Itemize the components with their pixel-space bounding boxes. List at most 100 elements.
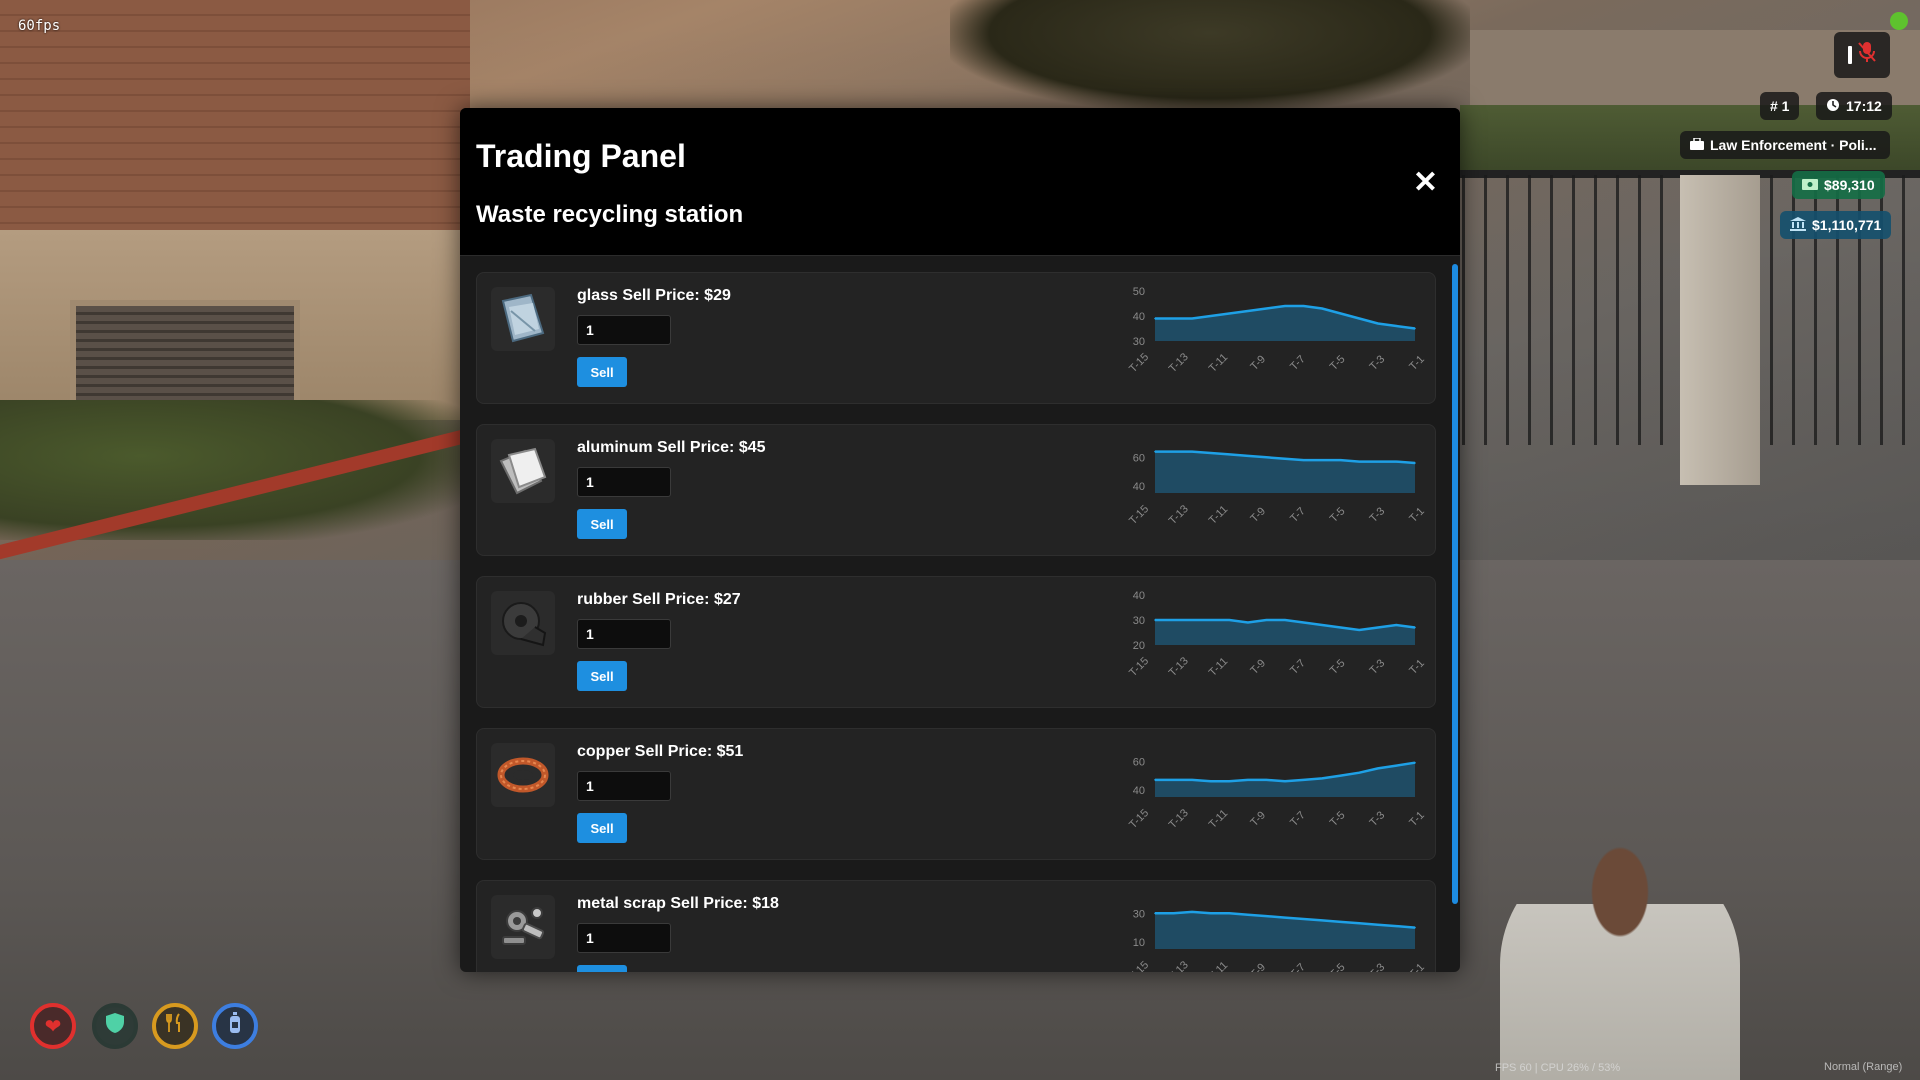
x-tick-label: T-3	[1368, 657, 1388, 677]
price-point	[1414, 926, 1416, 929]
panel-subtitle: Waste recycling station	[476, 201, 744, 228]
y-tick-label: 60	[1133, 756, 1145, 768]
price-point	[1265, 307, 1268, 310]
item-price-label: metal scrap Sell Price: $18	[577, 895, 779, 912]
price-point	[1339, 626, 1342, 629]
price-point	[1358, 771, 1361, 774]
x-tick-label: T-15	[1127, 351, 1151, 375]
panel-scrollbar[interactable]	[1452, 256, 1460, 972]
performance-readout: FPS 60 | CPU 26% / 53%	[1495, 1062, 1621, 1074]
price-point	[1228, 453, 1231, 456]
price-point	[1191, 317, 1193, 320]
price-point	[1395, 925, 1398, 927]
price-point	[1358, 922, 1361, 925]
price-point	[1321, 919, 1323, 922]
y-tick-label: 30	[1133, 908, 1145, 920]
price-point	[1302, 918, 1305, 920]
item-price-label: rubber Sell Price: $27	[577, 591, 741, 608]
quantity-input[interactable]	[577, 771, 671, 801]
x-tick-label: T-7	[1288, 353, 1308, 373]
x-tick-label: T-1	[1407, 657, 1427, 677]
price-point	[1209, 452, 1212, 454]
price-point	[1172, 779, 1175, 781]
items-list[interactable]: glass Sell Price: $29 Sell 30 40 50 T-15 T-1…	[460, 256, 1460, 972]
x-tick-label: T-1	[1407, 809, 1427, 829]
price-point	[1302, 459, 1305, 461]
price-point	[1339, 774, 1342, 777]
trade-item-rubber: rubber Sell Price: $27 Sell 20 30 40 T-15 T-…	[476, 576, 1436, 708]
trade-item-copper: copper Sell Price: $51 Sell 40 60 T-15 T-13…	[476, 728, 1436, 860]
server-logo-icon	[1890, 12, 1908, 30]
price-area	[1155, 620, 1415, 645]
price-history-chart-aluminum: 40 60 T-15 T-13 T-11 T-9 T-7 T-5 T-3 T-1	[1127, 450, 1427, 527]
price-point	[1154, 317, 1156, 320]
price-point	[1247, 310, 1249, 312]
price-point	[1358, 317, 1361, 320]
price-point	[1284, 780, 1286, 783]
x-tick-label: T-1	[1407, 961, 1427, 972]
price-point	[1172, 619, 1175, 621]
price-point	[1265, 456, 1268, 459]
price-point	[1172, 317, 1175, 320]
price-point	[1209, 912, 1212, 915]
job-label: Law Enforcement · Poli...	[1710, 137, 1877, 153]
x-tick-label: T-3	[1368, 961, 1388, 972]
quantity-input[interactable]	[577, 315, 671, 345]
heart-icon: ❤	[44, 1015, 62, 1038]
x-tick-label: T-9	[1248, 505, 1268, 525]
x-tick-label: T-11	[1207, 655, 1230, 678]
sell-button[interactable]: Sell	[577, 509, 627, 539]
price-point	[1377, 923, 1379, 926]
briefcase-icon	[1690, 137, 1704, 153]
cash-amount: $89,310	[1824, 177, 1875, 193]
price-point	[1172, 912, 1175, 915]
trade-item-aluminum: aluminum Sell Price: $45 Sell 40 60 T-15 T-…	[476, 424, 1436, 556]
item-price-label: glass Sell Price: $29	[577, 287, 731, 304]
sell-button[interactable]: Sell	[577, 965, 627, 972]
x-tick-label: T-15	[1127, 807, 1151, 831]
close-button[interactable]: ✕	[1413, 168, 1438, 198]
quantity-input[interactable]	[577, 619, 671, 649]
price-point	[1265, 779, 1268, 781]
price-point	[1414, 462, 1416, 464]
sell-button[interactable]: Sell	[577, 357, 627, 387]
y-tick-label: 10	[1133, 937, 1145, 949]
pillar-background	[1680, 175, 1760, 485]
quantity-input[interactable]	[577, 923, 671, 953]
price-point	[1358, 629, 1361, 631]
price-point	[1247, 779, 1249, 781]
quantity-input[interactable]	[577, 467, 671, 497]
x-tick-label: T-9	[1248, 353, 1268, 373]
x-tick-label: T-15	[1127, 503, 1151, 527]
water-bottle-icon	[229, 1012, 241, 1040]
voice-mode-readout: Normal (Range)	[1824, 1061, 1903, 1073]
sell-button[interactable]: Sell	[577, 661, 627, 691]
price-point	[1209, 780, 1212, 783]
price-point	[1321, 307, 1323, 310]
x-tick-label: T-13	[1167, 959, 1191, 972]
price-point	[1172, 450, 1175, 453]
player-id-chip: # 1	[1760, 92, 1800, 120]
bank-icon	[1790, 216, 1806, 234]
sell-button[interactable]: Sell	[577, 813, 627, 843]
price-point	[1284, 619, 1286, 621]
price-history-chart-metal-scrap: 10 30 T-15 T-13 T-11 T-9 T-7 T-5 T-3 T-1	[1127, 908, 1427, 972]
price-point	[1209, 315, 1212, 317]
x-tick-label: T-7	[1288, 657, 1308, 677]
trading-panel: Trading Panel Waste recycling station ✕ …	[460, 108, 1460, 972]
price-history-chart-rubber: 20 30 40 T-15 T-13 T-11 T-9 T-7 T-5 T-3 T-1	[1127, 590, 1427, 679]
y-tick-label: 30	[1133, 336, 1145, 348]
scrollbar-thumb[interactable]	[1452, 264, 1458, 904]
price-point	[1395, 624, 1398, 626]
price-point	[1321, 624, 1323, 626]
price-point	[1247, 621, 1249, 624]
x-tick-label: T-5	[1328, 657, 1348, 677]
aluminum-sheet-icon	[491, 439, 555, 503]
price-point	[1154, 779, 1156, 781]
x-tick-label: T-15	[1127, 959, 1151, 972]
thirst-status	[212, 1003, 258, 1049]
glass-pane-icon	[491, 287, 555, 351]
price-point	[1339, 312, 1342, 315]
clock-icon	[1826, 98, 1840, 115]
price-point	[1284, 916, 1286, 919]
